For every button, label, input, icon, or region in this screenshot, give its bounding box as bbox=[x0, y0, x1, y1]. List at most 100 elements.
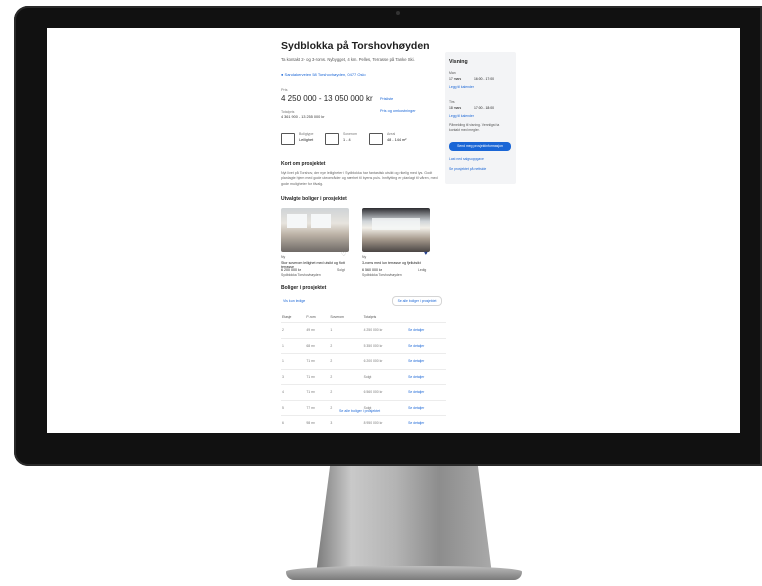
download-brochure-link[interactable]: Last ned salgsoppgave bbox=[449, 157, 484, 161]
slot2-date: 18 mars bbox=[449, 106, 462, 110]
see-all-units-button[interactable]: Se alle boliger i prosjektet bbox=[392, 296, 442, 306]
viewing-note: Påmelding til visning. Vennligst ta kont… bbox=[449, 123, 500, 132]
column-header: P-rom bbox=[306, 314, 316, 319]
filter-available-link[interactable]: Vis kun ledige bbox=[283, 299, 305, 303]
fact-label: Soverom bbox=[343, 132, 358, 136]
row-details-link[interactable]: Se detaljer bbox=[407, 415, 446, 431]
fact-label: Areal bbox=[387, 132, 396, 136]
units-heading: Boliger i prosjektet bbox=[281, 285, 327, 291]
card-note: Sydblokka Torshovhøyden bbox=[362, 273, 402, 277]
window-shape bbox=[372, 218, 420, 230]
slot1-day: Man bbox=[449, 71, 456, 75]
heart-icon[interactable]: ♡ bbox=[341, 251, 346, 258]
table-row[interactable]: 1 71 m² 2 6 200 000 kr Se detaljer bbox=[281, 353, 446, 369]
cell-area: 49 m² bbox=[305, 322, 330, 338]
total-price-label: Totalpris bbox=[281, 110, 295, 114]
heart-filled-icon[interactable]: ♥ bbox=[424, 251, 428, 257]
row-details-link[interactable]: Se detaljer bbox=[407, 353, 446, 369]
cell-area: 71 m² bbox=[305, 384, 330, 400]
table-row[interactable]: 1 68 m² 2 5 350 000 kr Se detaljer bbox=[281, 337, 446, 354]
fact-area: Areal 48 - 144 m² bbox=[369, 132, 406, 145]
row-details-link[interactable]: Se detaljer bbox=[407, 322, 446, 338]
row-details-link[interactable]: Se detaljer bbox=[407, 384, 446, 400]
card-tag: Ny bbox=[281, 255, 286, 259]
cell-floor: 5 bbox=[281, 399, 306, 416]
card-price: 6 560 000 kr bbox=[362, 268, 382, 272]
table-row[interactable]: 6 98 m² 3 8 950 000 kr Se detaljer bbox=[281, 415, 446, 431]
slot1-calendar-link[interactable]: Legg til kalender bbox=[449, 85, 474, 89]
fact-bedrooms: Soverom 1 - 4 bbox=[325, 132, 357, 145]
cell-price: 8 950 000 kr bbox=[362, 415, 408, 431]
cell-bedrooms: 2 bbox=[329, 353, 363, 369]
listing-card-image[interactable] bbox=[281, 208, 349, 252]
cell-floor: 1 bbox=[281, 337, 306, 354]
slot2-calendar-link[interactable]: Legg til kalender bbox=[449, 114, 474, 118]
table-header-row: Etasje P-rom Soverom Totalpris bbox=[281, 311, 446, 323]
cell-price: Solgt bbox=[362, 368, 408, 385]
cell-price: 5 350 000 kr bbox=[362, 337, 408, 354]
about-text: Nyt livet på Torshov, der nye leilighete… bbox=[281, 171, 438, 186]
cell-floor: 1 bbox=[281, 353, 306, 369]
fact-label: Boligtype bbox=[299, 132, 314, 136]
column-header: Etasje bbox=[282, 314, 292, 319]
window-shape bbox=[311, 214, 331, 228]
table-row[interactable]: 2 49 m² 1 4 250 000 kr Se detaljer bbox=[281, 322, 446, 338]
card-tag: Ny bbox=[362, 255, 367, 259]
viewing-title: Visning bbox=[449, 59, 468, 65]
cell-price: 4 250 000 kr bbox=[362, 322, 408, 338]
cell-floor: 3 bbox=[281, 368, 306, 385]
cell-bedrooms: 2 bbox=[329, 368, 363, 385]
cell-area: 77 m² bbox=[305, 399, 330, 416]
selected-heading: Utvalgte boliger i prosjektet bbox=[281, 196, 347, 202]
send-info-button[interactable]: Send meg prosjektinformasjon bbox=[449, 142, 511, 151]
monitor-stand bbox=[316, 466, 492, 574]
fact-value: 48 - 144 m² bbox=[387, 138, 407, 142]
card-title[interactable]: 3-roms med lun terrasse og fjellutsikt bbox=[362, 261, 430, 265]
table-row[interactable]: 4 71 m² 2 6 560 000 kr Se detaljer bbox=[281, 384, 446, 400]
fact-value: 1 - 4 bbox=[343, 138, 351, 142]
cell-area: 71 m² bbox=[305, 353, 330, 369]
row-details-link[interactable]: Se detaljer bbox=[407, 399, 446, 416]
page-subtitle: Ta kontakt 2- og 3-roms. Nybygget, 4 km.… bbox=[281, 57, 415, 62]
table-row[interactable]: 3 71 m² 2 Solgt Se detaljer bbox=[281, 368, 446, 385]
building-icon bbox=[281, 133, 295, 145]
webcam bbox=[396, 11, 400, 15]
see-all-units-link[interactable]: Se alle boliger i prosjektet bbox=[339, 409, 380, 413]
cell-price: 6 200 000 kr bbox=[362, 353, 408, 369]
monitor-stand-base bbox=[286, 566, 522, 580]
fees-link[interactable]: Pris og omkostninger bbox=[380, 109, 416, 113]
bed-icon bbox=[325, 133, 339, 145]
price-list-link[interactable]: Prisliste bbox=[380, 97, 393, 101]
cell-floor: 2 bbox=[281, 322, 306, 338]
listing-card-image[interactable] bbox=[362, 208, 430, 252]
price-range: 4 250 000 - 13 050 000 kr bbox=[281, 94, 373, 103]
address-text: Sandakerveien 58 Torshovhøyden, 0477 Osl… bbox=[284, 72, 366, 77]
row-details-link[interactable]: Se detaljer bbox=[407, 368, 446, 385]
cell-bedrooms: 3 bbox=[329, 415, 363, 431]
cell-bedrooms: 2 bbox=[329, 399, 363, 416]
cell-bedrooms: 2 bbox=[329, 337, 363, 354]
table-row[interactable]: 5 77 m² 2 Solgt Se detaljer bbox=[281, 399, 446, 416]
about-heading: Kort om prosjektet bbox=[281, 161, 326, 167]
cell-floor: 4 bbox=[281, 384, 306, 400]
card-price: 6 200 000 kr bbox=[281, 268, 301, 272]
card-note: Sydblokka Torshovhøyden bbox=[281, 273, 321, 277]
area-icon bbox=[369, 133, 383, 145]
slot1-date: 17 mars bbox=[449, 77, 462, 81]
row-details-link[interactable]: Se detaljer bbox=[407, 337, 446, 354]
cell-bedrooms: 1 bbox=[329, 322, 363, 338]
card-status: Solgt bbox=[337, 268, 345, 272]
screen: Sydblokka på Torshovhøyden Ta kontakt 2-… bbox=[47, 28, 740, 433]
cell-bedrooms: 2 bbox=[329, 384, 363, 400]
fact-property-type: Boligtype Leilighet bbox=[281, 132, 313, 145]
column-header: Totalpris bbox=[363, 314, 377, 319]
card-status: Ledig bbox=[418, 268, 427, 272]
address-link[interactable]: ● Sandakerveien 58 Torshovhøyden, 0477 O… bbox=[281, 72, 366, 77]
key-facts: Boligtype Leilighet Soverom 1 - 4 Areal 48 … bbox=[281, 132, 431, 152]
cell-area: 68 m² bbox=[305, 337, 330, 354]
project-website-link[interactable]: Se prosjektet på nettside bbox=[449, 167, 486, 171]
price-label: Pris bbox=[281, 88, 288, 92]
cell-area: 98 m² bbox=[305, 415, 330, 431]
column-header bbox=[407, 311, 446, 323]
slot1-time: 16:00 - 17:00 bbox=[474, 77, 494, 81]
